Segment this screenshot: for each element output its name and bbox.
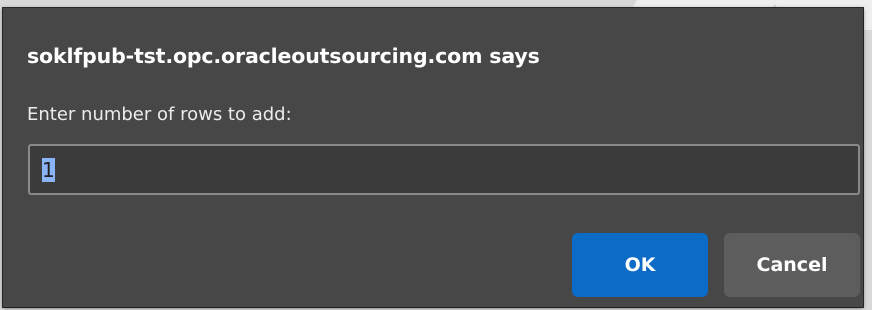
dialog-message: Enter number of rows to add:	[27, 104, 292, 125]
cancel-button[interactable]: Cancel	[724, 233, 860, 297]
prompt-dialog: soklfpub-tst.opc.oracleoutsourcing.com s…	[3, 8, 863, 307]
dialog-title: soklfpub-tst.opc.oracleoutsourcing.com s…	[27, 44, 540, 68]
rows-count-input[interactable]	[28, 144, 860, 195]
ok-button[interactable]: OK	[572, 233, 708, 297]
